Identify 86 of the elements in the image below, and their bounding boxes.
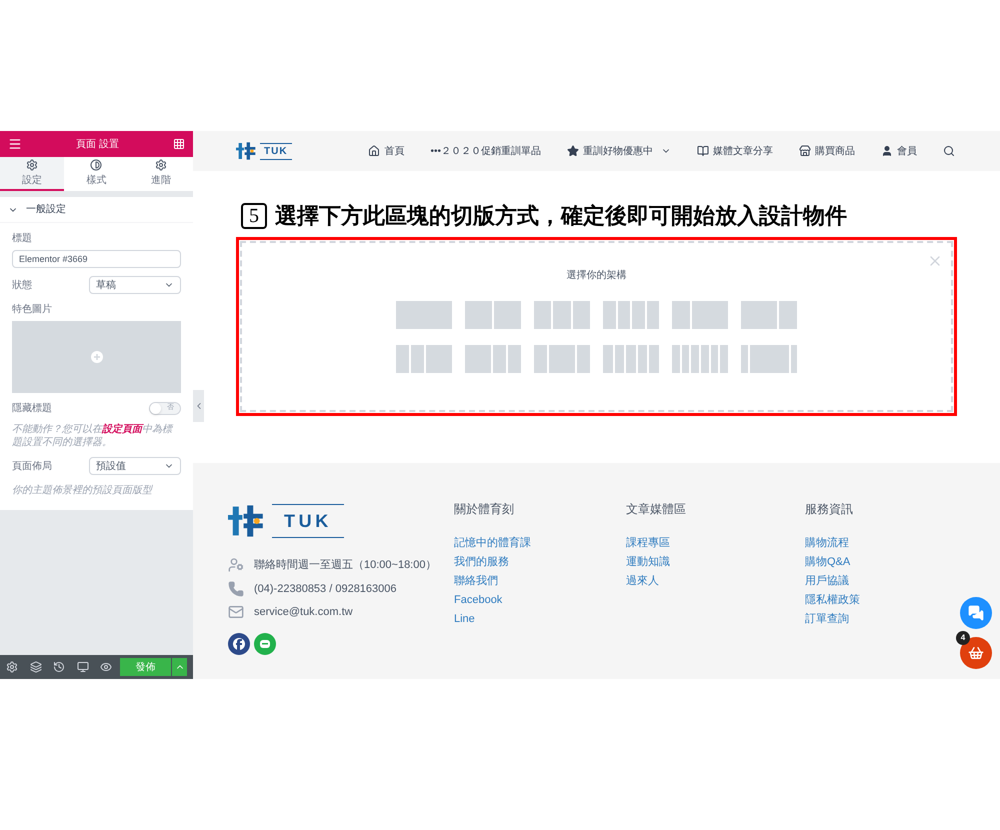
nav-link[interactable]: 購買商品: [799, 144, 855, 158]
structure-option[interactable]: [396, 301, 452, 329]
menu-icon[interactable]: [8, 137, 22, 151]
nav-link[interactable]: •••２０２０促銷重訓單品: [430, 144, 541, 158]
book-icon: [697, 145, 709, 157]
home-icon: [368, 145, 380, 157]
nav-link[interactable]: 會員: [881, 144, 917, 158]
field-label: 特色圖片: [12, 302, 53, 317]
structure-option[interactable]: [465, 345, 521, 373]
user-clock-icon: [228, 557, 244, 574]
field-label: 標題: [12, 232, 33, 246]
contact-text: (04)-22380853 / 0928163006: [254, 582, 397, 596]
nav-link[interactable]: 首頁: [368, 144, 404, 158]
facebook-icon[interactable]: [228, 632, 250, 654]
nav-link[interactable]: 媒體文章分享: [697, 144, 773, 158]
contrast-icon: [90, 158, 102, 170]
logo-text: TUK: [260, 142, 292, 160]
footer-link[interactable]: 訂單查詢: [805, 611, 860, 627]
contact-text: 聯絡時間週一至週五（10:00~18:00）: [254, 558, 436, 573]
structure-option[interactable]: [465, 301, 521, 329]
field-label: 隱藏標題: [12, 402, 52, 416]
footer-link[interactable]: 聯絡我們: [454, 573, 626, 589]
history-icon[interactable]: [53, 661, 65, 673]
structure-option[interactable]: [534, 301, 590, 329]
footer-link[interactable]: 課程專區: [626, 535, 805, 551]
collapse-handle[interactable]: [193, 390, 204, 422]
publish-button[interactable]: 發佈: [120, 658, 171, 676]
settings-icon[interactable]: [6, 661, 18, 673]
basket-icon: [968, 645, 984, 661]
footer-link[interactable]: 購物流程: [805, 535, 860, 551]
structure-option[interactable]: [396, 345, 452, 373]
settings-link[interactable]: 設定頁面: [102, 424, 142, 435]
structure-option[interactable]: [741, 345, 797, 373]
eye-icon[interactable]: [100, 661, 112, 673]
monitor-icon[interactable]: [76, 661, 88, 673]
structure-title: 選擇你的架構: [566, 268, 626, 283]
logo-text: TUK: [272, 504, 344, 538]
chat-icon: [968, 605, 984, 621]
structure-option[interactable]: [741, 301, 797, 329]
logo-icon: [236, 141, 256, 161]
panel-title: 頁面 設置: [76, 138, 119, 152]
panel-tab[interactable]: 設定: [0, 157, 64, 191]
gear-icon: [26, 158, 38, 170]
search-icon[interactable]: [943, 145, 955, 157]
user-icon: [881, 145, 893, 157]
footer-heading: 文章媒體區: [626, 501, 687, 518]
plus-icon: [90, 351, 102, 363]
cart-count-badge: 4: [956, 631, 970, 645]
publish-options-button[interactable]: [172, 658, 187, 676]
star-icon: [567, 145, 579, 157]
page-heading: 選擇下方此區塊的切版方式，確定後即可開始放入設計物件: [275, 202, 847, 230]
nav-link[interactable]: 重訓好物優惠中: [567, 144, 671, 158]
layout-select[interactable]: 預設值: [89, 457, 181, 475]
structure-option[interactable]: [672, 301, 728, 329]
step-number: 5: [241, 202, 267, 228]
logo-icon: [228, 503, 264, 539]
footer-link[interactable]: Line: [454, 611, 626, 627]
structure-option[interactable]: [603, 301, 659, 329]
footer-link[interactable]: 記憶中的體育課: [454, 535, 626, 551]
footer-link[interactable]: 運動知識: [626, 554, 805, 570]
phone-icon: [228, 580, 244, 597]
gear-icon: [154, 158, 167, 170]
field-label: 頁面佈局: [12, 460, 52, 474]
footer-heading: 服務資訊: [805, 501, 854, 518]
store-icon: [799, 145, 811, 157]
footer-link[interactable]: 隱私權政策: [805, 592, 860, 608]
chat-button[interactable]: [960, 597, 992, 629]
layers-icon[interactable]: [30, 661, 42, 673]
status-select[interactable]: 草稿: [89, 276, 181, 294]
help-text: 不能動作？您可以在設定頁面中為標題設置不同的選擇器。: [12, 424, 174, 449]
contact-text: service@tuk.com.tw: [254, 605, 353, 620]
structure-option[interactable]: [672, 345, 728, 373]
field-label: 狀態: [12, 278, 32, 292]
mail-icon: [228, 604, 244, 620]
hint-text: 你的主題佈景裡的預設頁面版型: [12, 484, 154, 498]
image-placeholder[interactable]: [12, 321, 181, 393]
title-field[interactable]: Elementor #3669: [12, 250, 181, 268]
structure-option[interactable]: [603, 345, 659, 373]
footer-link[interactable]: 用戶協議: [805, 573, 860, 589]
grid-icon[interactable]: [173, 138, 185, 150]
footer-link[interactable]: Facebook: [454, 592, 626, 608]
footer-link[interactable]: 過來人: [626, 573, 805, 589]
structure-option[interactable]: [534, 345, 590, 373]
footer-link[interactable]: 購物Q&A: [805, 554, 860, 570]
footer-heading: 關於體育刻: [454, 501, 515, 518]
footer-link[interactable]: 我們的服務: [454, 554, 626, 570]
